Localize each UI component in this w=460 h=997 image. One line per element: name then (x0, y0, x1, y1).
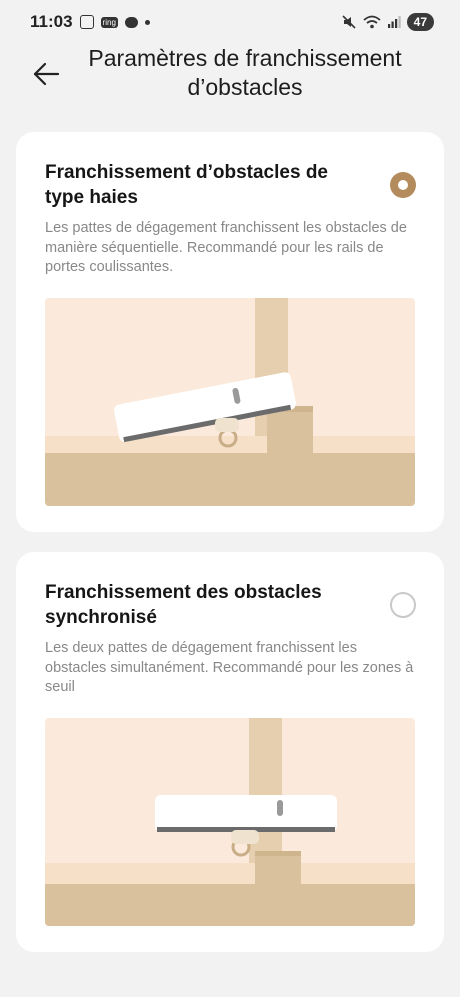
hurdle-crossing-illustration (45, 298, 415, 506)
mute-icon (342, 15, 356, 29)
radio-button-synchronized[interactable] (390, 592, 416, 618)
back-arrow-icon[interactable] (30, 58, 62, 90)
page-header: Paramètres de franchissement d’obstacles (0, 44, 460, 108)
signal-icon (387, 16, 401, 28)
battery-indicator: 47 (406, 13, 434, 31)
status-time: 11:03 (30, 12, 73, 31)
option-title: Franchissement d’obstacles de type haies (45, 162, 328, 208)
notification-dot-icon (144, 19, 150, 25)
option-description: Les pattes de dégagement franchissent le… (45, 220, 407, 275)
option-card-synchronized[interactable]: Franchissement des obstacles synchronisé… (16, 552, 444, 952)
status-bar: 11:03 ring 47 (0, 0, 460, 44)
synchronized-crossing-illustration (45, 718, 415, 926)
status-left: 11:03 ring (30, 12, 150, 32)
wifi-icon (363, 15, 381, 29)
screenshot-icon (79, 15, 94, 29)
radio-button-hurdle[interactable] (390, 172, 416, 198)
option-title: Franchissement des obstacles synchronisé (45, 582, 322, 628)
option-description: Les deux pattes de dégagement franchisse… (45, 640, 414, 695)
page-title: Paramètres de franchissement d’obstacles (70, 44, 420, 102)
status-right: 47 (341, 13, 434, 31)
message-icon (124, 16, 138, 28)
page-title-line1: Paramètres de franchissement (88, 45, 402, 71)
option-card-hurdle[interactable]: Franchissement d’obstacles de type haies… (16, 132, 444, 532)
ring-icon: ring (100, 16, 118, 28)
page-title-line2: d’obstacles (187, 74, 303, 100)
